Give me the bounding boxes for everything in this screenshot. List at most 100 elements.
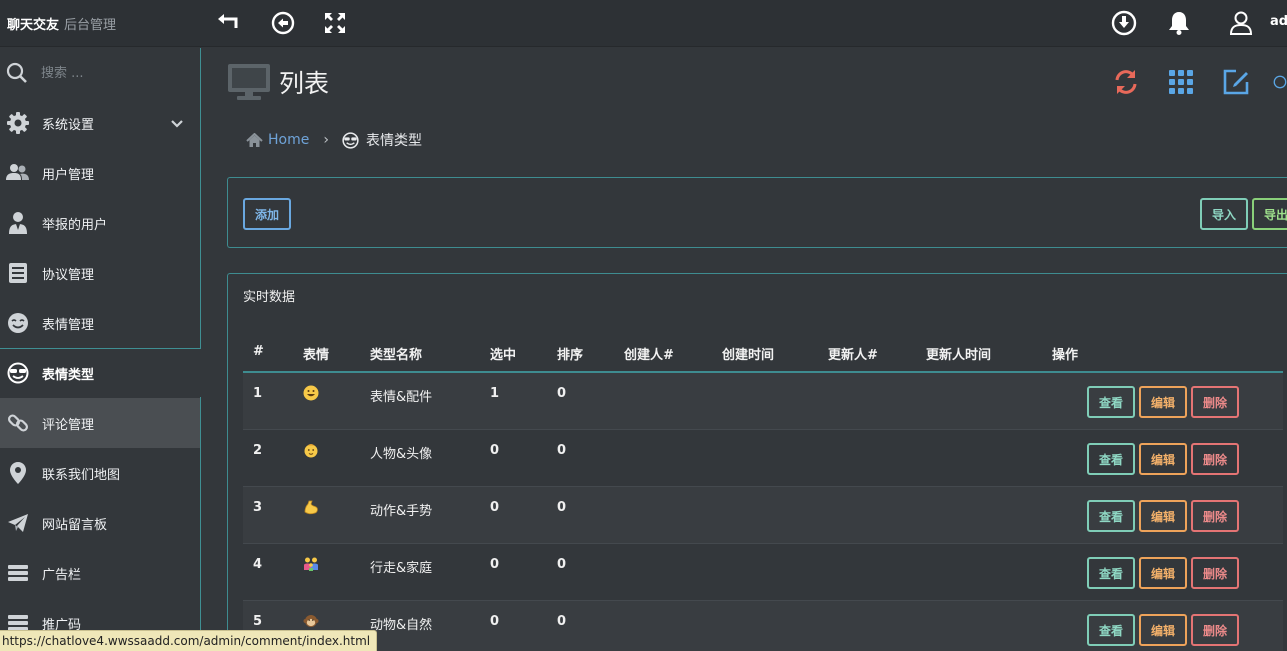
export-button[interactable]: 导出 bbox=[1252, 198, 1287, 230]
sidebar-item-label: 协议管理 bbox=[42, 268, 95, 283]
row-name: 行走&家庭 bbox=[370, 561, 433, 576]
flexed-biceps-icon bbox=[303, 499, 319, 515]
brand[interactable]: 聊天交友 后台管理 bbox=[7, 14, 116, 33]
row-sort: 0 bbox=[557, 500, 567, 515]
sidebar-border bbox=[200, 397, 201, 651]
view-button[interactable]: 查看 bbox=[1087, 500, 1135, 532]
edit-button[interactable]: 编辑 bbox=[1139, 500, 1187, 532]
search-icon bbox=[6, 62, 28, 88]
edit-icon[interactable] bbox=[1221, 67, 1251, 97]
sidebar-item-ads[interactable]: 广告栏 bbox=[0, 548, 200, 598]
sunglasses-smile-icon bbox=[6, 361, 30, 385]
sidebar-item-guestbook[interactable]: 网站留言板 bbox=[0, 498, 200, 548]
breadcrumb-home[interactable]: Home bbox=[246, 132, 309, 148]
map-marker-icon bbox=[6, 461, 30, 485]
sidebar-item-system-settings[interactable]: 系统设置 bbox=[0, 98, 200, 148]
baby-face-icon bbox=[303, 442, 319, 458]
back-icon[interactable] bbox=[215, 10, 241, 36]
row-id: 2 bbox=[253, 443, 263, 458]
monitor-icon bbox=[227, 63, 271, 105]
sidebar-item-emoji-type[interactable]: 表情类型 bbox=[0, 348, 200, 398]
row-sort: 0 bbox=[557, 443, 567, 458]
column-header: 排序 bbox=[557, 348, 584, 363]
column-header: 创建人# bbox=[624, 348, 674, 363]
smile-icon bbox=[6, 311, 30, 335]
add-button[interactable]: 添加 bbox=[243, 198, 291, 230]
brand-main: 聊天交友 bbox=[7, 18, 60, 33]
column-header: 类型名称 bbox=[370, 348, 423, 363]
sidebar-item-label: 网站留言板 bbox=[42, 518, 108, 533]
row-selected: 0 bbox=[490, 614, 500, 629]
sidebar-item-emoji-management[interactable]: 表情管理 bbox=[0, 298, 200, 348]
row-name: 人物&头像 bbox=[370, 447, 433, 462]
fullscreen-icon[interactable] bbox=[322, 10, 348, 36]
row-id: 1 bbox=[253, 386, 263, 401]
table-row: 5 动物&自然 0 0 查看 编辑 删除 bbox=[243, 601, 1283, 651]
bell-icon[interactable] bbox=[1166, 10, 1192, 36]
delete-button[interactable]: 删除 bbox=[1191, 386, 1239, 418]
column-header: 更新人时间 bbox=[926, 348, 992, 363]
import-button[interactable]: 导入 bbox=[1200, 198, 1248, 230]
edit-button[interactable]: 编辑 bbox=[1139, 614, 1187, 646]
view-button[interactable]: 查看 bbox=[1087, 614, 1135, 646]
sidebar-item-label: 系统设置 bbox=[42, 118, 95, 133]
row-selected: 0 bbox=[490, 443, 500, 458]
row-id: 5 bbox=[253, 614, 263, 629]
sidebar-item-label: 表情类型 bbox=[42, 368, 95, 383]
toolbar-panel: 添加 导入 导出 bbox=[227, 177, 1287, 248]
sidebar-item-label: 联系我们地图 bbox=[42, 468, 121, 483]
column-header: # bbox=[253, 344, 264, 359]
sidebar-item-contact-map[interactable]: 联系我们地图 bbox=[0, 448, 200, 498]
user-icon[interactable] bbox=[1228, 10, 1254, 36]
delete-button[interactable]: 删除 bbox=[1191, 557, 1239, 589]
row-selected: 0 bbox=[490, 557, 500, 572]
table-row: 4 行走&家庭 0 0 查看 编辑 删除 bbox=[243, 544, 1283, 601]
search-input[interactable] bbox=[34, 60, 184, 86]
sidebar-search bbox=[0, 48, 200, 98]
sunglasses-smile-icon bbox=[342, 131, 359, 149]
sidebar-item-user-management[interactable]: 用户管理 bbox=[0, 148, 200, 198]
breadcrumb-current-label: 表情类型 bbox=[365, 133, 422, 149]
refresh-icon[interactable] bbox=[1111, 67, 1141, 97]
view-button[interactable]: 查看 bbox=[1087, 443, 1135, 475]
user-report-icon bbox=[6, 211, 30, 235]
data-panel: 实时数据 # 表情 类型名称 选中 排序 创建人# 创建时间 更新人# 更新人时… bbox=[227, 273, 1287, 651]
row-sort: 0 bbox=[557, 614, 567, 629]
edit-button[interactable]: 编辑 bbox=[1139, 557, 1187, 589]
sidebar-item-label: 举报的用户 bbox=[42, 218, 108, 233]
grid-icon[interactable] bbox=[1166, 67, 1196, 97]
row-id: 3 bbox=[253, 500, 263, 515]
view-button[interactable]: 查看 bbox=[1087, 557, 1135, 589]
grinning-face-icon bbox=[303, 385, 319, 401]
circle-arrow-left-icon[interactable] bbox=[270, 10, 296, 36]
download-icon[interactable] bbox=[1111, 10, 1137, 36]
user-name[interactable]: admin bbox=[1270, 14, 1287, 29]
view-button[interactable]: 查看 bbox=[1087, 386, 1135, 418]
chevron-right-icon: › bbox=[323, 132, 329, 148]
stack-icon bbox=[6, 561, 30, 585]
sidebar-item-reported-users[interactable]: 举报的用户 bbox=[0, 198, 200, 248]
delete-button[interactable]: 删除 bbox=[1191, 443, 1239, 475]
sidebar-divider bbox=[0, 348, 201, 349]
edit-button[interactable]: 编辑 bbox=[1139, 386, 1187, 418]
delete-button[interactable]: 删除 bbox=[1191, 614, 1239, 646]
users-icon bbox=[6, 161, 30, 185]
clock-icon[interactable] bbox=[1273, 67, 1287, 97]
breadcrumb-home-label: Home bbox=[268, 132, 310, 148]
edit-button[interactable]: 编辑 bbox=[1139, 443, 1187, 475]
home-icon bbox=[246, 132, 263, 148]
monkey-face-icon bbox=[303, 613, 319, 629]
sidebar: 系统设置 用户管理 举报的用户 协议管理 表情管理 表情类型 bbox=[0, 48, 202, 651]
table-row: 1 表情&配件 1 0 查看 编辑 删除 bbox=[243, 373, 1283, 430]
sidebar-item-label: 用户管理 bbox=[42, 168, 95, 183]
sidebar-item-agreement[interactable]: 协议管理 bbox=[0, 248, 200, 298]
row-name: 动作&手势 bbox=[370, 504, 433, 519]
page-title: 列表 bbox=[279, 69, 330, 98]
column-header: 表情 bbox=[303, 348, 330, 363]
row-id: 4 bbox=[253, 557, 263, 572]
delete-button[interactable]: 删除 bbox=[1191, 500, 1239, 532]
column-header: 操作 bbox=[1052, 348, 1079, 363]
row-selected: 0 bbox=[490, 500, 500, 515]
top-navbar: 聊天交友后台管理 admin bbox=[0, 0, 1287, 47]
sidebar-item-comments[interactable]: 评论管理 bbox=[0, 398, 201, 448]
